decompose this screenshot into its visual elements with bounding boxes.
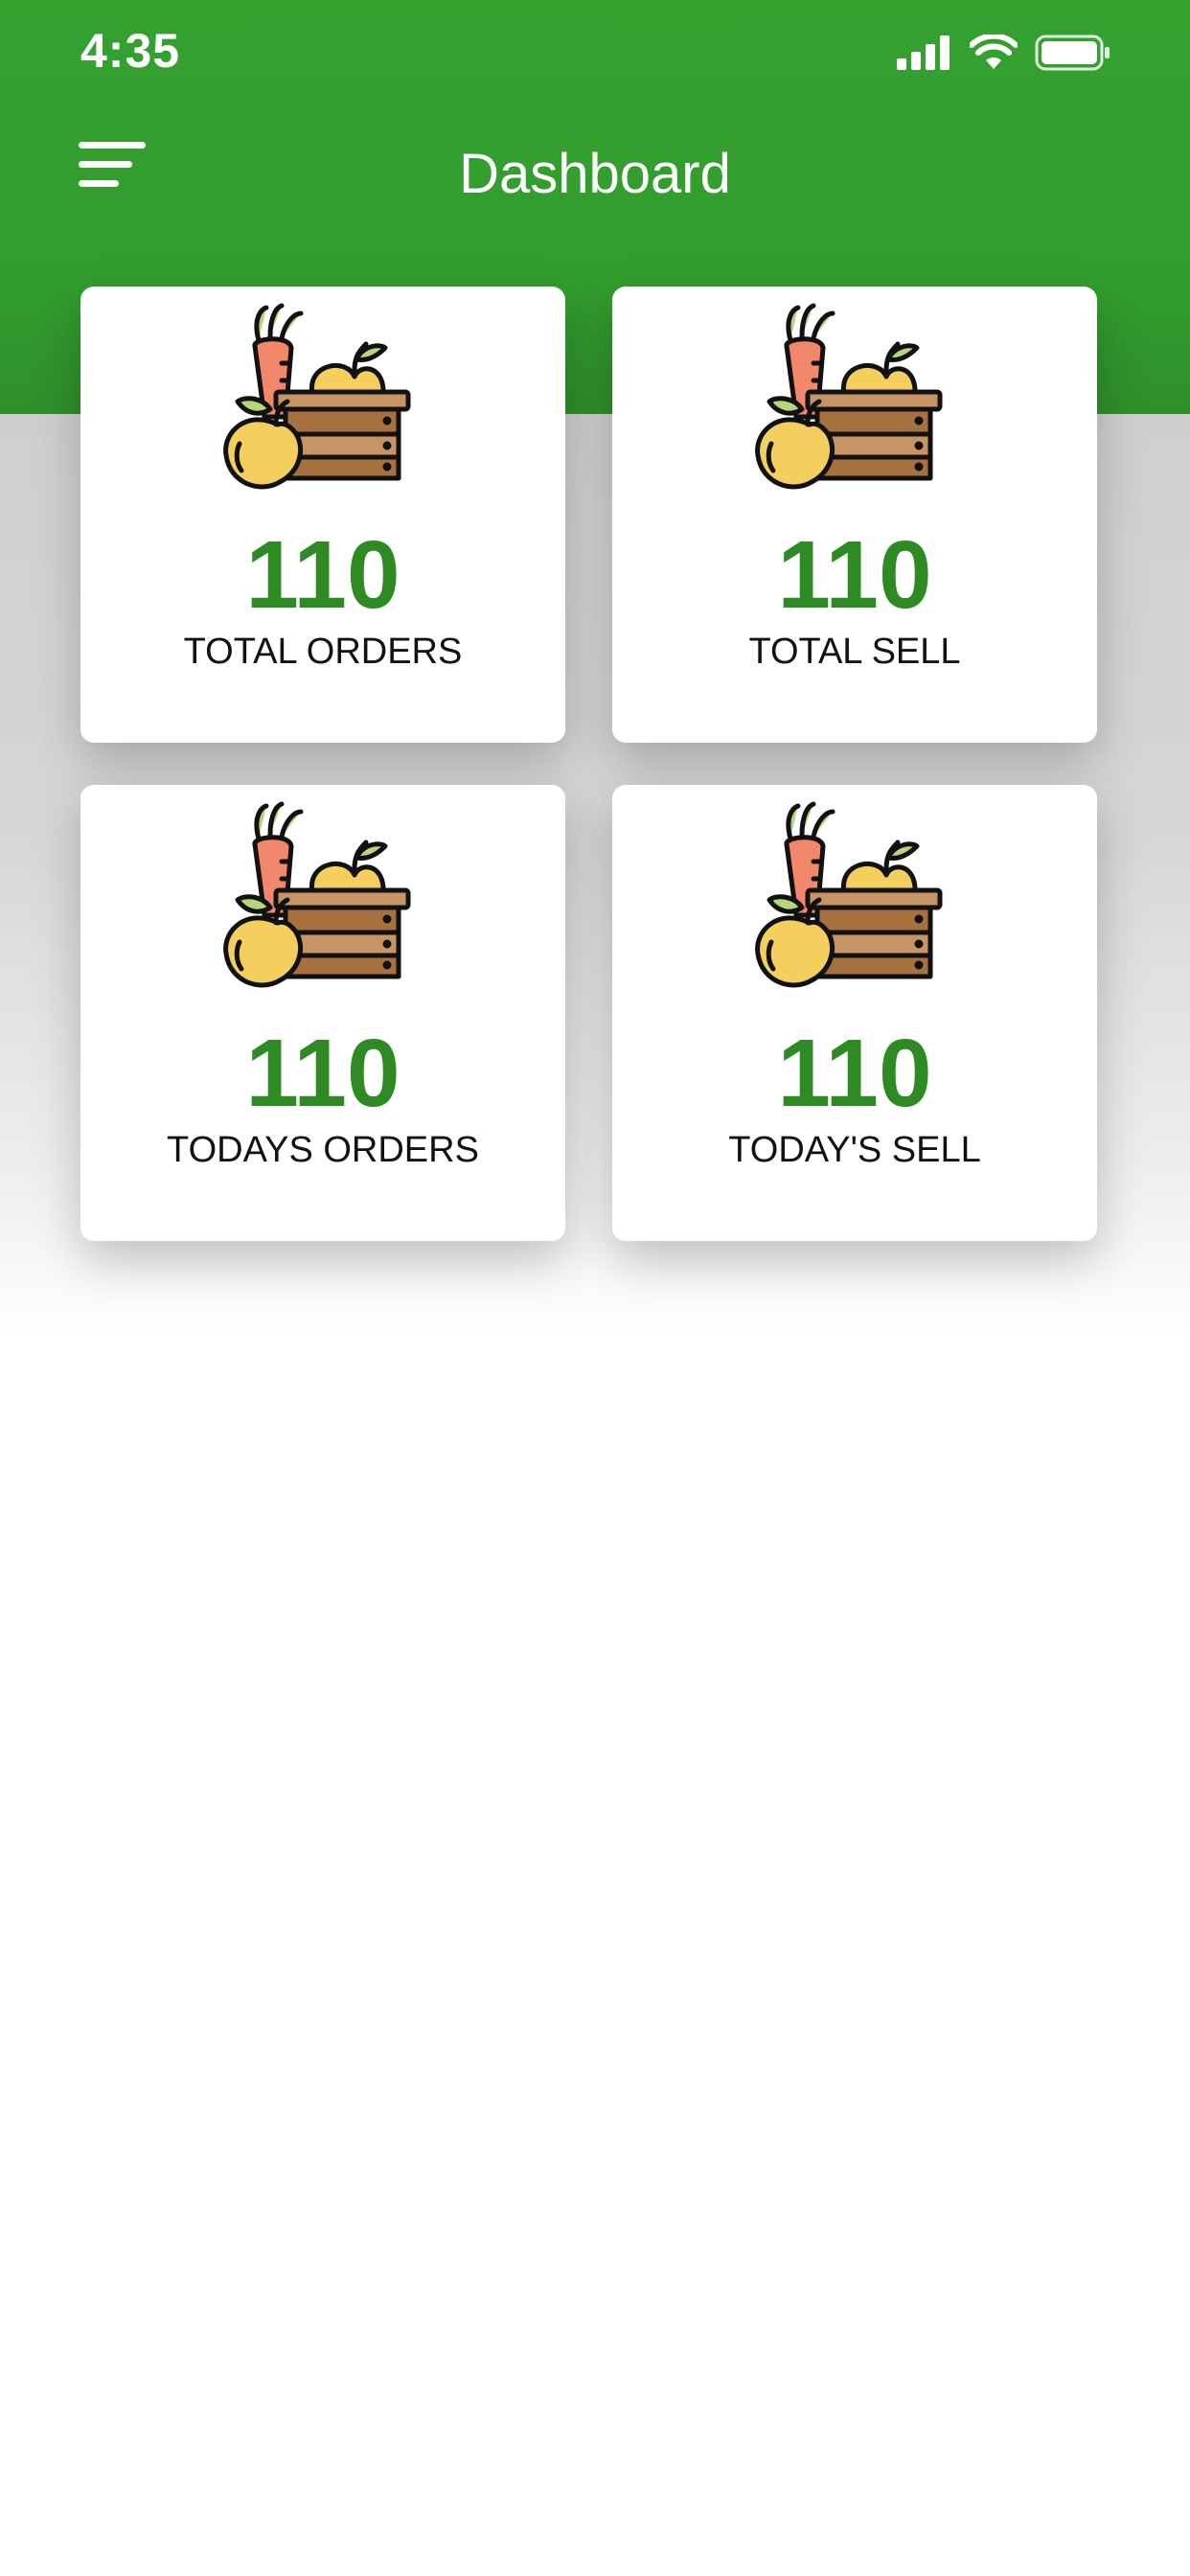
stat-card-todays-orders[interactable]: 110 TODAYS ORDERS bbox=[80, 785, 565, 1241]
stat-card-todays-sell[interactable]: 110 TODAY'S SELL bbox=[612, 785, 1097, 1241]
stat-value: 110 bbox=[777, 521, 932, 629]
produce-crate-icon bbox=[223, 303, 411, 490]
stat-label: TOTAL ORDERS bbox=[183, 632, 463, 672]
stat-label: TOTAL SELL bbox=[748, 632, 961, 672]
cellular-signal-icon bbox=[897, 35, 950, 70]
produce-crate-icon bbox=[755, 801, 943, 988]
stat-card-total-sell[interactable]: 110 TOTAL SELL bbox=[612, 287, 1097, 743]
battery-icon bbox=[1035, 34, 1110, 71]
page-title: Dashboard bbox=[459, 143, 731, 205]
stat-value: 110 bbox=[245, 1020, 400, 1127]
produce-crate-icon bbox=[223, 801, 411, 988]
stat-value: 110 bbox=[777, 1020, 932, 1127]
produce-crate-icon bbox=[755, 303, 943, 490]
dashboard-screen: 4:35 Dashboard 110 TOTAL ORDERS 110 TOTA… bbox=[0, 0, 1190, 2576]
stat-label: TODAYS ORDERS bbox=[167, 1130, 479, 1170]
status-time: 4:35 bbox=[80, 24, 181, 78]
stat-value: 110 bbox=[245, 521, 400, 629]
wifi-icon bbox=[970, 34, 1018, 69]
stat-card-total-orders[interactable]: 110 TOTAL ORDERS bbox=[80, 287, 565, 743]
status-bar: 4:35 bbox=[0, 0, 1190, 105]
status-icons bbox=[897, 33, 1111, 73]
stat-label: TODAY'S SELL bbox=[728, 1130, 981, 1170]
